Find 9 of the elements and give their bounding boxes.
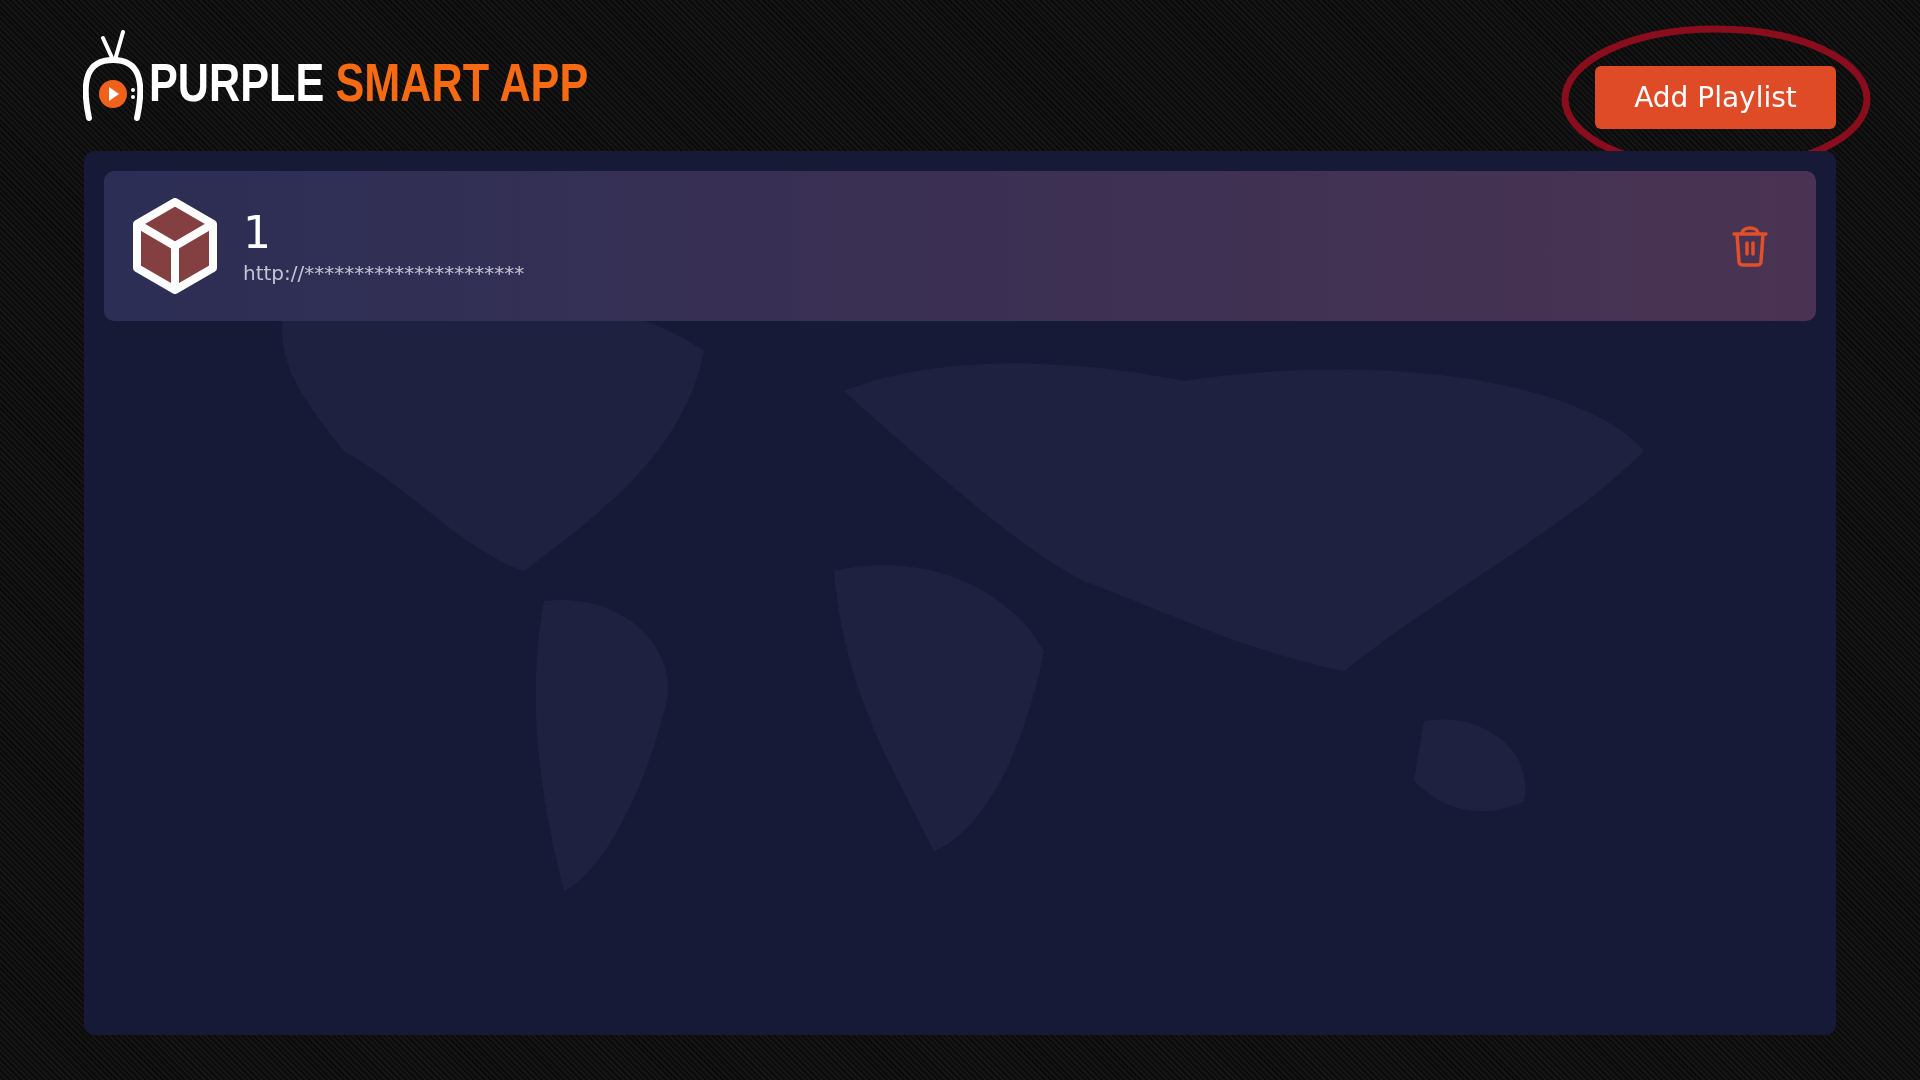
cube-icon bbox=[131, 198, 219, 294]
playlist-card[interactable]: 1 http://********************** bbox=[104, 171, 1816, 321]
logo-text: PURPLE bbox=[149, 51, 325, 113]
logo-text: SMART APP bbox=[335, 51, 589, 113]
playlist-name: 1 bbox=[243, 207, 272, 259]
playlist-url: http://********************** bbox=[243, 261, 526, 285]
tv-logo-icon bbox=[83, 30, 143, 122]
add-playlist-button[interactable]: Add Playlist bbox=[1595, 66, 1836, 129]
trash-icon[interactable] bbox=[1732, 225, 1768, 267]
